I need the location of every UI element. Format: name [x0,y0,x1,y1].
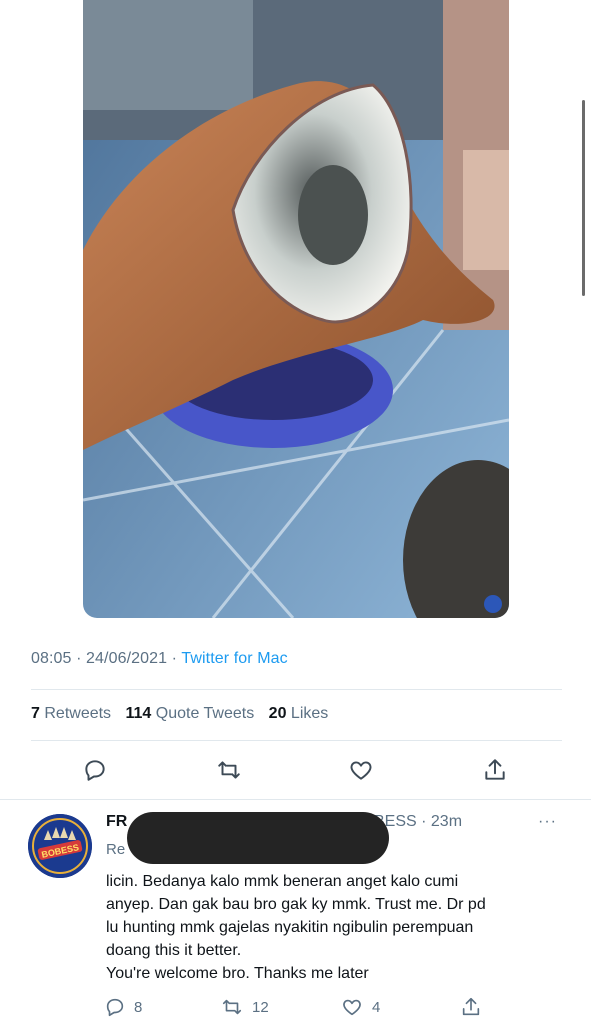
reply-display-name[interactable]: FR [106,813,127,830]
reply-reply-button[interactable]: 8 [104,996,142,1018]
reply-avatar[interactable]: BOBESS [28,814,92,878]
redaction-bar [127,812,389,864]
timestamp-text: 08:05 · 24/06/2021 · [31,650,178,667]
retweet-icon [218,761,240,779]
likes-count: 20 [268,705,287,722]
tweet-stats: 7 Retweets 114 Quote Tweets 20 Likes [31,705,338,723]
reply-line: licin. Bedanya kalo mmk beneran anget ka… [106,873,459,890]
reply-line: anyep. Dan gak bau bro gak ky mmk. Trust… [106,896,486,913]
reply-button[interactable] [80,754,110,786]
retweets-count: 7 [31,705,40,722]
reply-line: You're welcome bro. Thanks me later [106,965,369,982]
share-icon [485,759,505,780]
like-icon [343,999,361,1016]
like-count: 4 [372,998,381,1016]
retweet-icon [222,999,242,1015]
reply-line: doang this it better. [106,942,242,959]
reply-share-button[interactable] [460,996,482,1018]
reply-retweet-button[interactable]: 12 [220,996,269,1018]
retweet-count: 12 [252,998,269,1016]
divider [31,740,562,741]
tweet-timestamp: 08:05 · 24/06/2021 · Twitter for Mac [31,650,288,668]
reply-like-button[interactable]: 4 [340,996,380,1018]
retweet-button[interactable] [214,754,244,786]
reply-line: lu hunting mmk gajelas nyakitin ngibulin… [106,919,474,936]
quotes-stat[interactable]: 114 Quote Tweets [126,705,255,722]
thread-separator [0,799,591,800]
likes-label: Likes [290,705,329,722]
quotes-label: Quote Tweets [155,705,255,722]
retweets-label: Retweets [44,705,112,722]
reply-icon [106,998,124,1017]
share-icon [462,997,480,1016]
likes-stat[interactable]: 20 Likes [269,705,329,722]
more-options-button[interactable]: ··· [538,813,557,831]
retweets-stat[interactable]: 7 Retweets [31,705,111,722]
like-icon [350,761,372,780]
avatar-logo: BOBESS [28,814,92,878]
tweet-actions [0,754,591,788]
like-button[interactable] [346,754,376,786]
reply-actions: 8 12 4 [0,996,591,1024]
replying-to: Re [106,841,126,858]
share-button[interactable] [480,754,510,786]
client-link[interactable]: Twitter for Mac [181,650,287,667]
photo-content [83,0,509,618]
reply-count: 8 [134,998,143,1016]
reply-header: FR BESS · 23m [106,813,462,831]
reply-text: licin. Bedanya kalo mmk beneran anget ka… [106,870,546,985]
quotes-count: 114 [125,705,152,722]
tweet-photo[interactable] [83,0,509,618]
scrollbar-thumb[interactable] [582,100,585,296]
divider [31,689,562,690]
reply-icon [85,760,105,781]
